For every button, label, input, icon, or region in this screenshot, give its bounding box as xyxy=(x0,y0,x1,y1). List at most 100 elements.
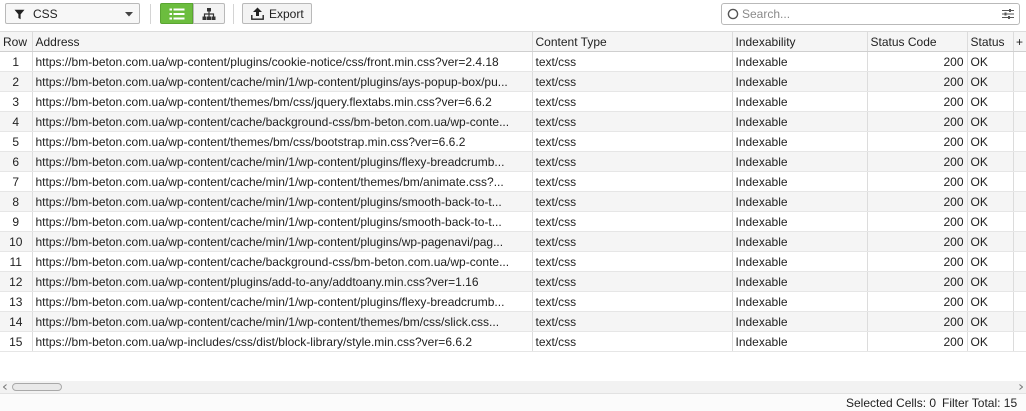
table-row[interactable]: 3 https://bm-beton.com.ua/wp-content/them… xyxy=(0,91,1026,112)
cell-status-code[interactable]: 200 xyxy=(867,91,968,112)
cell-indexability[interactable]: Indexable xyxy=(732,71,868,92)
search-box[interactable] xyxy=(721,3,1020,25)
cell-indexability[interactable]: Indexable xyxy=(732,111,868,132)
cell-indexability[interactable]: Indexable xyxy=(732,171,868,192)
cell-indexability[interactable]: Indexable xyxy=(732,151,868,172)
cell-status[interactable]: OK xyxy=(967,291,1014,312)
table-row[interactable]: 15 https://bm-beton.com.ua/wp-includes/cs… xyxy=(0,331,1026,352)
cell-row-number[interactable]: 13 xyxy=(0,291,33,312)
table-row[interactable]: 1 https://bm-beton.com.ua/wp-content/plug… xyxy=(0,51,1026,72)
cell-status[interactable]: OK xyxy=(967,131,1014,152)
cell-indexability[interactable]: Indexable xyxy=(732,91,868,112)
cell-status-code[interactable]: 200 xyxy=(867,171,968,192)
cell-status-code[interactable]: 200 xyxy=(867,271,968,292)
cell-address[interactable]: https://bm-beton.com.ua/wp-content/plugi… xyxy=(32,51,533,72)
cell-address[interactable]: https://bm-beton.com.ua/wp-content/theme… xyxy=(32,131,533,152)
cell-row-number[interactable]: 12 xyxy=(0,271,33,292)
column-header-status-code[interactable]: Status Code xyxy=(867,31,968,52)
cell-status[interactable]: OK xyxy=(967,51,1014,72)
cell-address[interactable]: https://bm-beton.com.ua/wp-content/cache… xyxy=(32,251,533,272)
cell-status-code[interactable]: 200 xyxy=(867,151,968,172)
cell-indexability[interactable]: Indexable xyxy=(732,51,868,72)
cell-indexability[interactable]: Indexable xyxy=(732,211,868,232)
cell-status[interactable]: OK xyxy=(967,211,1014,232)
cell-row-number[interactable]: 2 xyxy=(0,71,33,92)
table-row[interactable]: 9 https://bm-beton.com.ua/wp-content/cach… xyxy=(0,211,1026,232)
cell-row-number[interactable]: 1 xyxy=(0,51,33,72)
tree-view-button[interactable] xyxy=(193,3,225,24)
table-row[interactable]: 4 https://bm-beton.com.ua/wp-content/cach… xyxy=(0,111,1026,132)
cell-status[interactable]: OK xyxy=(967,71,1014,92)
cell-address[interactable]: https://bm-beton.com.ua/wp-content/cache… xyxy=(32,231,533,252)
cell-content-type[interactable]: text/css xyxy=(532,251,733,272)
cell-status[interactable]: OK xyxy=(967,171,1014,192)
cell-indexability[interactable]: Indexable xyxy=(732,331,868,352)
scrollbar-thumb[interactable] xyxy=(12,383,62,391)
cell-row-number[interactable]: 9 xyxy=(0,211,33,232)
cell-content-type[interactable]: text/css xyxy=(532,151,733,172)
cell-content-type[interactable]: text/css xyxy=(532,91,733,112)
cell-row-number[interactable]: 6 xyxy=(0,151,33,172)
scroll-right-icon[interactable] xyxy=(1019,384,1023,390)
cell-address[interactable]: https://bm-beton.com.ua/wp-content/cache… xyxy=(32,71,533,92)
cell-address[interactable]: https://bm-beton.com.ua/wp-content/cache… xyxy=(32,291,533,312)
cell-indexability[interactable]: Indexable xyxy=(732,251,868,272)
cell-content-type[interactable]: text/css xyxy=(532,71,733,92)
cell-row-number[interactable]: 5 xyxy=(0,131,33,152)
column-header-indexability[interactable]: Indexability xyxy=(732,31,868,52)
cell-address[interactable]: https://bm-beton.com.ua/wp-content/plugi… xyxy=(32,271,533,292)
cell-content-type[interactable]: text/css xyxy=(532,171,733,192)
cell-content-type[interactable]: text/css xyxy=(532,331,733,352)
cell-indexability[interactable]: Indexable xyxy=(732,271,868,292)
table-row[interactable]: 2 https://bm-beton.com.ua/wp-content/cach… xyxy=(0,71,1026,92)
cell-status[interactable]: OK xyxy=(967,271,1014,292)
scroll-left-icon[interactable] xyxy=(3,384,7,390)
column-header-content-type[interactable]: Content Type xyxy=(532,31,733,52)
cell-status-code[interactable]: 200 xyxy=(867,51,968,72)
cell-status-code[interactable]: 200 xyxy=(867,311,968,332)
cell-row-number[interactable]: 10 xyxy=(0,231,33,252)
cell-status[interactable]: OK xyxy=(967,331,1014,352)
cell-address[interactable]: https://bm-beton.com.ua/wp-content/cache… xyxy=(32,171,533,192)
table-row[interactable]: 11 https://bm-beton.com.ua/wp-content/cac… xyxy=(0,251,1026,272)
column-header-address[interactable]: Address xyxy=(32,31,533,52)
cell-status-code[interactable]: 200 xyxy=(867,71,968,92)
cell-address[interactable]: https://bm-beton.com.ua/wp-content/cache… xyxy=(32,151,533,172)
table-row[interactable]: 7 https://bm-beton.com.ua/wp-content/cach… xyxy=(0,171,1026,192)
cell-content-type[interactable]: text/css xyxy=(532,211,733,232)
search-input[interactable] xyxy=(742,5,992,23)
cell-address[interactable]: https://bm-beton.com.ua/wp-content/cache… xyxy=(32,211,533,232)
cell-content-type[interactable]: text/css xyxy=(532,291,733,312)
cell-address[interactable]: https://bm-beton.com.ua/wp-content/cache… xyxy=(32,111,533,132)
cell-content-type[interactable]: text/css xyxy=(532,51,733,72)
column-header-status[interactable]: Status xyxy=(967,31,1014,52)
cell-content-type[interactable]: text/css xyxy=(532,271,733,292)
cell-row-number[interactable]: 11 xyxy=(0,251,33,272)
cell-status-code[interactable]: 200 xyxy=(867,231,968,252)
cell-content-type[interactable]: text/css xyxy=(532,231,733,252)
cell-status[interactable]: OK xyxy=(967,231,1014,252)
table-row[interactable]: 14 https://bm-beton.com.ua/wp-content/cac… xyxy=(0,311,1026,332)
table-row[interactable]: 6 https://bm-beton.com.ua/wp-content/cach… xyxy=(0,151,1026,172)
cell-content-type[interactable]: text/css xyxy=(532,111,733,132)
column-header-row[interactable]: Row xyxy=(0,31,33,52)
cell-row-number[interactable]: 14 xyxy=(0,311,33,332)
table-row[interactable]: 8 https://bm-beton.com.ua/wp-content/cach… xyxy=(0,191,1026,212)
horizontal-scrollbar[interactable] xyxy=(0,381,1026,393)
list-view-button[interactable] xyxy=(160,3,193,24)
cell-status-code[interactable]: 200 xyxy=(867,111,968,132)
add-column-icon[interactable]: + xyxy=(1013,31,1026,52)
cell-content-type[interactable]: text/css xyxy=(532,191,733,212)
cell-status-code[interactable]: 200 xyxy=(867,331,968,352)
cell-status-code[interactable]: 200 xyxy=(867,291,968,312)
cell-indexability[interactable]: Indexable xyxy=(732,191,868,212)
cell-row-number[interactable]: 4 xyxy=(0,111,33,132)
cell-status[interactable]: OK xyxy=(967,191,1014,212)
cell-status-code[interactable]: 200 xyxy=(867,211,968,232)
cell-content-type[interactable]: text/css xyxy=(532,131,733,152)
cell-status-code[interactable]: 200 xyxy=(867,251,968,272)
cell-content-type[interactable]: text/css xyxy=(532,311,733,332)
cell-indexability[interactable]: Indexable xyxy=(732,291,868,312)
cell-status-code[interactable]: 200 xyxy=(867,131,968,152)
cell-address[interactable]: https://bm-beton.com.ua/wp-content/cache… xyxy=(32,191,533,212)
